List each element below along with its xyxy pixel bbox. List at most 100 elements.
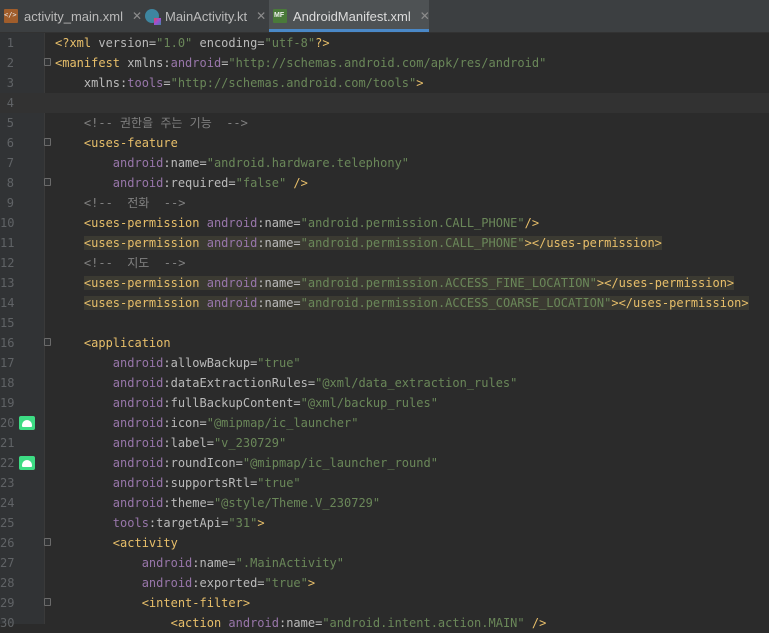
code-line[interactable]: 27 android:name=".MainActivity" xyxy=(0,553,769,573)
code-editor[interactable]: 1 <?xml version="1.0" encoding="utf-8"?> 2… xyxy=(0,33,769,630)
code-token: ></uses-permission> xyxy=(611,296,749,310)
code-line[interactable]: 19 android:fullBackupContent="@xml/backu… xyxy=(0,393,769,413)
code-token: <action xyxy=(55,616,229,630)
code-token: "android.permission.ACCESS_FINE_LOCATION… xyxy=(300,276,597,290)
fold-marker-icon[interactable] xyxy=(44,58,51,66)
fold-marker-icon[interactable] xyxy=(44,598,51,606)
close-icon[interactable]: ✕ xyxy=(420,9,430,23)
code-token: :allowBackup= xyxy=(163,356,258,370)
line-number: 10 xyxy=(0,216,15,230)
code-line[interactable]: 25 tools:targetApi="31"> xyxy=(0,513,769,533)
code-token: android xyxy=(228,616,279,630)
tab-android-manifest-xml[interactable]: AndroidManifest.xml ✕ xyxy=(269,0,430,32)
line-number: 12 xyxy=(0,256,15,270)
code-line[interactable]: 5 <!-- 권한을 주는 기능 --> xyxy=(0,113,769,133)
tab-main-activity-kt[interactable]: MainActivity.kt ✕ xyxy=(141,0,269,32)
code-line[interactable]: 13 <uses-permission android:name="androi… xyxy=(0,273,769,293)
code-token: :supportsRtl= xyxy=(163,476,258,490)
code-text: android:theme="@style/Theme.V_230729" xyxy=(55,493,380,513)
code-line[interactable]: 28 android:exported="true"> xyxy=(0,573,769,593)
code-line[interactable]: 8 android:required="false" /> xyxy=(0,173,769,193)
highlight-block: <uses-permission android:name="android.p… xyxy=(83,236,662,250)
code-token: android xyxy=(55,576,193,590)
code-line[interactable]: 9 <!-- 전화 --> xyxy=(0,193,769,213)
line-number: 24 xyxy=(0,496,15,510)
code-token: "@mipmap/ic_launcher" xyxy=(206,416,359,430)
code-token: :required= xyxy=(163,176,236,190)
code-line[interactable]: 1 <?xml version="1.0" encoding="utf-8"?> xyxy=(0,33,769,53)
code-line[interactable]: 24 android:theme="@style/Theme.V_230729" xyxy=(0,493,769,513)
code-token: > xyxy=(416,76,424,90)
code-line[interactable]: 3 xmlns:tools="http://schemas.android.co… xyxy=(0,73,769,93)
code-text: android:icon="@mipmap/ic_launcher" xyxy=(55,413,359,433)
code-line[interactable]: 17 android:allowBackup="true" xyxy=(0,353,769,373)
code-line[interactable]: 22 android:roundIcon="@mipmap/ic_launche… xyxy=(0,453,769,473)
code-token: android xyxy=(55,176,164,190)
code-line[interactable]: 18 android:dataExtractionRules="@xml/dat… xyxy=(0,373,769,393)
code-line[interactable]: 14 <uses-permission android:name="androi… xyxy=(0,293,769,313)
close-icon[interactable]: ✕ xyxy=(256,9,266,23)
code-token: <?xml xyxy=(55,36,99,50)
code-text: android:dataExtractionRules="@xml/data_e… xyxy=(55,373,518,393)
fold-marker-icon[interactable] xyxy=(44,178,51,186)
line-number: 2 xyxy=(6,56,14,70)
line-number: 25 xyxy=(0,516,15,530)
code-line[interactable]: 6 <uses-feature xyxy=(0,133,769,153)
tab-activity-main-xml[interactable]: activity_main.xml ✕ xyxy=(0,0,142,32)
code-line[interactable]: 10 <uses-permission android:name="androi… xyxy=(0,213,769,233)
code-text: android:supportsRtl="true" xyxy=(55,473,301,493)
code-text: <!-- 권한을 주는 기능 --> xyxy=(55,113,248,133)
code-token: "true" xyxy=(264,576,308,590)
code-token: "@mipmap/ic_launcher_round" xyxy=(242,456,438,470)
code-token: "true" xyxy=(257,476,301,490)
code-line[interactable]: 4 xyxy=(0,93,769,113)
code-line[interactable]: 26 <activity xyxy=(0,533,769,553)
code-token: android xyxy=(55,436,164,450)
code-line[interactable]: 15 xyxy=(0,313,769,333)
line-number: 7 xyxy=(6,156,14,170)
code-token: :label= xyxy=(163,436,214,450)
code-token: :name= xyxy=(192,556,236,570)
code-line[interactable]: 21 android:label="v_230729" xyxy=(0,433,769,453)
code-line[interactable]: 30 <action android:name="android.intent.… xyxy=(0,613,769,633)
code-line[interactable]: 23 android:supportsRtl="true" xyxy=(0,473,769,493)
code-text: android:name="android.hardware.telephony… xyxy=(55,153,409,173)
line-number: 27 xyxy=(0,556,15,570)
code-token: ?> xyxy=(315,36,330,50)
code-token: <uses-feature xyxy=(55,136,178,150)
code-line[interactable]: 29 <intent-filter> xyxy=(0,593,769,613)
code-line[interactable]: 20 android:icon="@mipmap/ic_launcher" xyxy=(0,413,769,433)
line-number: 30 xyxy=(0,616,15,630)
code-line[interactable]: 11 <uses-permission android:name="androi… xyxy=(0,233,769,253)
fold-marker-icon[interactable] xyxy=(44,338,51,346)
code-line[interactable]: 2 <manifest xmlns:android="http://schemas… xyxy=(0,53,769,73)
line-number: 23 xyxy=(0,476,15,490)
code-token: :name= xyxy=(163,156,207,170)
code-token: "android.permission.CALL_PHONE" xyxy=(300,236,525,250)
line-number: 8 xyxy=(6,176,14,190)
fold-marker-icon[interactable] xyxy=(44,138,51,146)
code-token: android xyxy=(55,476,164,490)
code-token: <!-- 권한을 주는 기능 --> xyxy=(55,116,248,130)
code-line[interactable]: 7 android:name="android.hardware.telepho… xyxy=(0,153,769,173)
line-number: 21 xyxy=(0,436,15,450)
android-icon[interactable] xyxy=(19,456,35,470)
line-number: 20 xyxy=(0,416,15,430)
code-text: android:fullBackupContent="@xml/backup_r… xyxy=(55,393,438,413)
android-icon[interactable] xyxy=(19,416,35,430)
code-text: android:required="false" /> xyxy=(55,173,308,193)
code-token: "http://schemas.android.com/apk/res/andr… xyxy=(228,56,547,70)
code-token: "utf-8" xyxy=(264,36,316,50)
line-number: 18 xyxy=(0,376,15,390)
code-token: /> xyxy=(524,616,547,630)
code-token: android xyxy=(206,216,258,230)
code-line[interactable]: 12 <!-- 지도 --> xyxy=(0,253,769,273)
code-token: "31" xyxy=(228,516,258,530)
code-line[interactable]: 16 <application xyxy=(0,333,769,353)
code-text: <activity xyxy=(55,533,178,553)
code-token: ></uses-permission> xyxy=(524,236,662,250)
fold-marker-icon[interactable] xyxy=(44,538,51,546)
line-number: 13 xyxy=(0,276,15,290)
